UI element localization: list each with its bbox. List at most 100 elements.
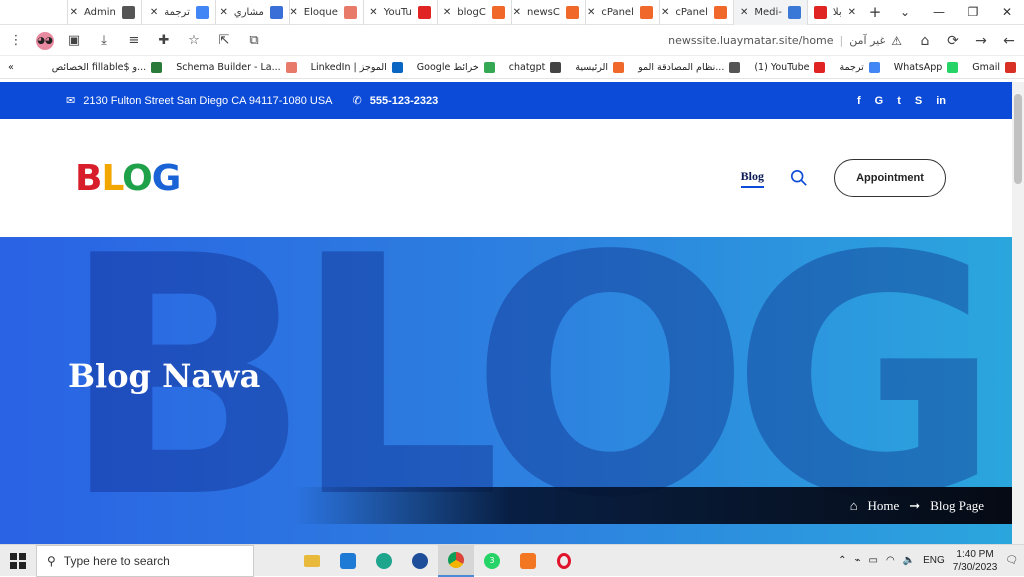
windows-logo-icon bbox=[10, 552, 26, 569]
notifications-icon[interactable]: 🗨 bbox=[1005, 555, 1018, 566]
start-button[interactable] bbox=[0, 545, 36, 577]
browser-tab[interactable]: cPanel ✕ bbox=[658, 0, 733, 25]
taskbar-search[interactable]: ⚲ Type here to search bbox=[36, 544, 254, 577]
bookmark-star-icon[interactable]: ☆ bbox=[184, 33, 204, 48]
address-field[interactable]: ⚠ غير آمن | newssite.luaymatar.site/home bbox=[668, 34, 902, 48]
extension-icon[interactable]: ⧉ bbox=[244, 33, 264, 48]
bookmark-item[interactable]: الرئيسية bbox=[575, 62, 625, 73]
bookmark-item[interactable]: WhatsApp bbox=[894, 62, 959, 73]
browser-tab[interactable]: ✕ بلا bbox=[806, 0, 862, 25]
tab-search-icon[interactable]: ⌄ bbox=[888, 5, 922, 19]
bookmark-item[interactable]: LinkedIn | الموجز bbox=[311, 62, 403, 73]
share-icon[interactable]: ⇱ bbox=[214, 33, 234, 48]
reload-icon[interactable]: ⟳ bbox=[944, 33, 962, 49]
close-tab-icon[interactable]: ✕ bbox=[443, 7, 451, 18]
reading-list-icon[interactable]: ≡ bbox=[124, 33, 144, 48]
bookmark-label: Gmail bbox=[972, 62, 1000, 73]
side-panel-icon[interactable]: ▣ bbox=[64, 33, 84, 48]
wifi-icon[interactable]: ◠ bbox=[886, 555, 895, 566]
close-window-icon[interactable]: ✕ bbox=[990, 5, 1024, 19]
phone-text[interactable]: 555-123-2323 bbox=[370, 95, 439, 107]
close-tab-icon[interactable]: ✕ bbox=[70, 7, 78, 18]
bookmark-item[interactable]: الخصائص fillable$ و... bbox=[52, 62, 163, 73]
new-tab-button[interactable]: + bbox=[862, 3, 888, 21]
opera-icon[interactable] bbox=[546, 545, 582, 577]
forward-icon[interactable]: → bbox=[972, 33, 990, 49]
close-tab-icon[interactable]: ✕ bbox=[661, 7, 669, 18]
close-tab-icon[interactable]: ✕ bbox=[219, 7, 227, 18]
chevron-up-icon[interactable]: ⌃ bbox=[838, 555, 846, 566]
site-topbar: ✉ 2130 Fulton Street San Diego CA 94117-… bbox=[0, 82, 1012, 119]
bookmark-item[interactable]: Google خرائط bbox=[417, 62, 495, 73]
home-icon[interactable]: ⌂ bbox=[916, 33, 934, 49]
breadcrumb-home[interactable]: Home bbox=[868, 498, 900, 514]
browser-tab[interactable]: newsC ✕ bbox=[510, 0, 585, 25]
browser-tab[interactable]: cPanel ✕ bbox=[584, 0, 659, 25]
page-scrollbar[interactable] bbox=[1012, 82, 1024, 544]
not-secure-icon[interactable]: ⚠ bbox=[891, 34, 902, 48]
language-indicator[interactable]: ENG bbox=[923, 555, 945, 566]
file-explorer-icon[interactable] bbox=[294, 545, 330, 577]
close-tab-icon[interactable]: ✕ bbox=[369, 7, 377, 18]
close-tab-icon[interactable]: ✕ bbox=[740, 7, 748, 18]
facebook-icon[interactable]: f bbox=[857, 95, 861, 107]
word-icon[interactable] bbox=[402, 545, 438, 577]
linkedin-icon[interactable]: in bbox=[936, 95, 946, 107]
menu-kebab-icon[interactable]: ⋮ bbox=[6, 33, 26, 48]
xampp-icon[interactable] bbox=[510, 545, 546, 577]
browser-tab[interactable]: YouTu ✕ bbox=[362, 0, 437, 25]
browser-tab[interactable]: ترجمة ✕ bbox=[140, 0, 215, 25]
vscode-icon[interactable] bbox=[330, 545, 366, 577]
search-icon[interactable] bbox=[790, 169, 808, 187]
google-icon[interactable]: G bbox=[875, 95, 884, 107]
bookmarks-overflow-icon[interactable]: « bbox=[8, 62, 14, 73]
whatsapp-icon[interactable]: 3 bbox=[474, 545, 510, 577]
bookmark-label: (1) YouTube bbox=[754, 62, 810, 73]
close-tab-icon[interactable]: ✕ bbox=[848, 7, 856, 18]
taskbar-search-placeholder: Type here to search bbox=[63, 553, 170, 568]
twitter-icon[interactable]: t bbox=[897, 95, 901, 107]
tab-favicon-icon bbox=[787, 5, 801, 19]
scrollbar-thumb[interactable] bbox=[1014, 94, 1022, 184]
skype-icon[interactable]: S bbox=[915, 95, 922, 107]
logo-letter-l: L bbox=[101, 157, 123, 199]
bookmark-label: Google خرائط bbox=[416, 62, 479, 73]
back-icon[interactable]: ← bbox=[1000, 33, 1018, 49]
close-tab-icon[interactable]: ✕ bbox=[513, 7, 521, 18]
bookmark-item[interactable]: chatgpt bbox=[509, 62, 562, 73]
site-logo[interactable]: BLOG bbox=[75, 157, 181, 199]
bookmark-label: Schema Builder - La... bbox=[176, 62, 281, 73]
appointment-button[interactable]: Appointment bbox=[834, 159, 946, 197]
web-page: ✉ 2130 Fulton Street San Diego CA 94117-… bbox=[0, 82, 1012, 544]
close-tab-icon[interactable]: ✕ bbox=[150, 7, 158, 18]
url-text[interactable]: newssite.luaymatar.site/home bbox=[668, 34, 833, 47]
extensions-puzzle-icon[interactable]: ✚ bbox=[154, 33, 174, 48]
social-links: f G t S in bbox=[857, 95, 946, 107]
edge-icon[interactable] bbox=[366, 545, 402, 577]
download-icon[interactable]: ⤓ bbox=[94, 33, 114, 48]
network-icon[interactable]: ⌁ bbox=[854, 555, 860, 566]
maximize-window-icon[interactable]: ❐ bbox=[956, 5, 990, 19]
windows-taskbar: ⚲ Type here to search 3 ⌃ ⌁ ▭ ◠ 🔈 ENG 1:… bbox=[0, 544, 1024, 577]
tab-favicon-icon bbox=[343, 5, 357, 19]
profile-avatar[interactable]: ◕◕ bbox=[36, 31, 54, 50]
close-tab-icon[interactable]: ✕ bbox=[587, 7, 595, 18]
chrome-icon[interactable] bbox=[438, 544, 474, 577]
bookmark-item[interactable]: ترجمة bbox=[839, 62, 880, 73]
browser-tab[interactable]: مشاري ✕ bbox=[214, 0, 289, 25]
browser-tab[interactable]: Admin ✕ bbox=[66, 0, 141, 25]
close-tab-icon[interactable]: ✕ bbox=[290, 7, 298, 18]
nav-blog-link[interactable]: Blog bbox=[740, 169, 764, 188]
minimize-window-icon[interactable]: — bbox=[922, 5, 956, 19]
bookmark-item[interactable]: (1) YouTube bbox=[754, 62, 826, 73]
clock[interactable]: 1:40 PM 7/30/2023 bbox=[953, 548, 998, 574]
battery-icon[interactable]: ▭ bbox=[868, 555, 877, 566]
browser-tab[interactable]: Medi- ✕ bbox=[732, 0, 807, 25]
bookmark-item[interactable]: نظام المصادقة المو... bbox=[638, 62, 741, 73]
bookmark-item[interactable]: Schema Builder - La... bbox=[176, 62, 297, 73]
bookmark-favicon-icon bbox=[947, 62, 959, 73]
browser-tab[interactable]: blogC ✕ bbox=[436, 0, 511, 25]
volume-icon[interactable]: 🔈 bbox=[903, 555, 915, 566]
bookmark-item[interactable]: Gmail bbox=[972, 62, 1016, 73]
browser-tab[interactable]: Eloque ✕ bbox=[288, 0, 363, 25]
